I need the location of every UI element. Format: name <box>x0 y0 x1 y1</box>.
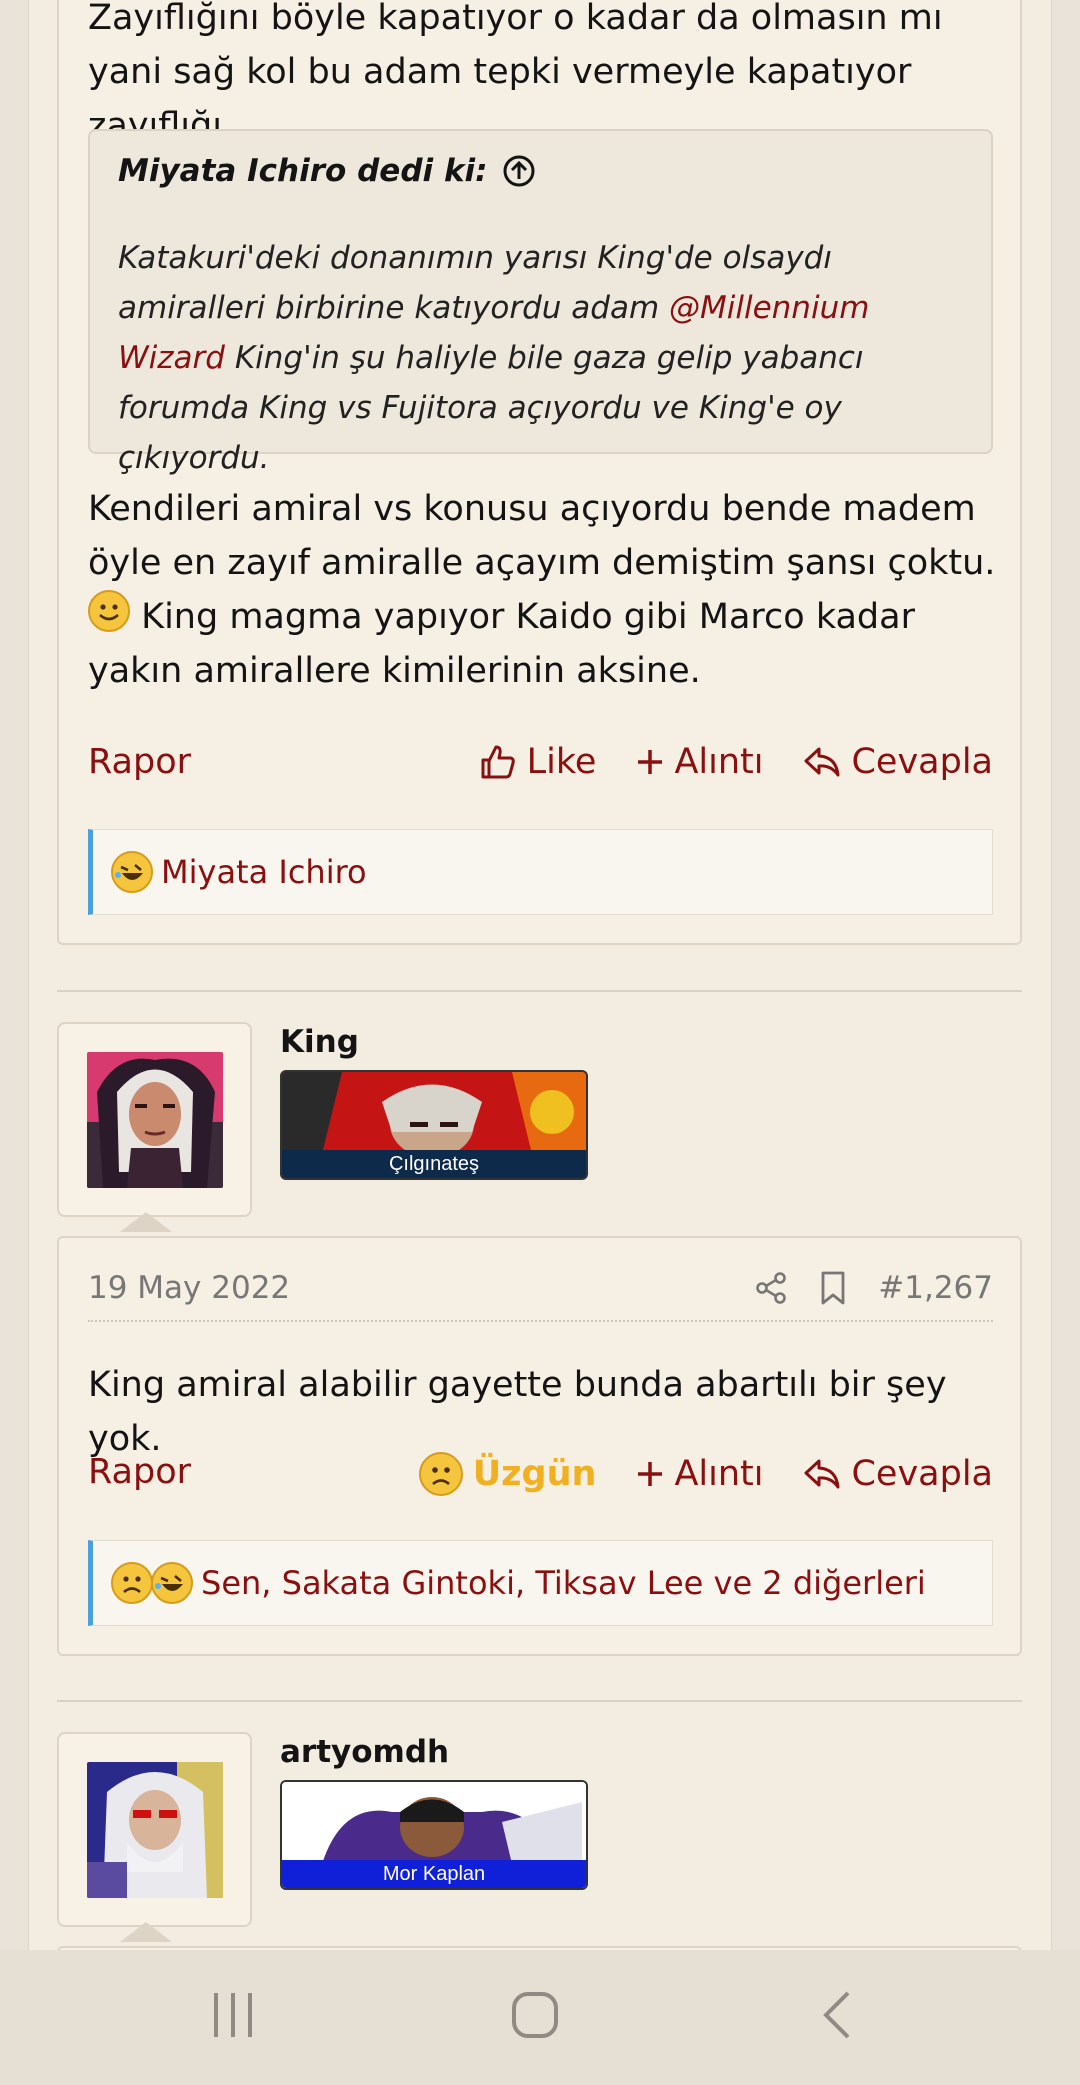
banner-label: Çılgınateş <box>282 1150 586 1178</box>
bookmark-icon[interactable] <box>818 1270 848 1306</box>
post-main-text: Kendileri amiral vs konusu açıyordu bend… <box>88 482 1008 698</box>
home-icon[interactable] <box>510 1990 560 2040</box>
user-avatar-box[interactable] <box>57 1022 252 1217</box>
quote-button[interactable]: Alıntı <box>636 1454 763 1494</box>
back-icon[interactable] <box>814 1990 864 2040</box>
quote-header[interactable]: Miyata Ichiro dedi ki: <box>118 153 536 189</box>
avatar-pointer <box>120 1922 172 1942</box>
report-button[interactable]: Rapor <box>88 1452 191 1492</box>
post-meta: 19 May 2022 #1,267 <box>88 1266 993 1322</box>
recents-icon[interactable] <box>208 1990 258 2040</box>
post-date[interactable]: 19 May 2022 <box>88 1270 290 1306</box>
user-banner: Mor Kaplan <box>280 1780 588 1890</box>
sad-emoji <box>111 1562 153 1604</box>
up-circle-icon[interactable] <box>502 154 536 188</box>
quote-author: Miyata Ichiro dedi ki: <box>118 153 488 189</box>
avatar[interactable] <box>87 1052 223 1188</box>
quote-block: Miyata Ichiro dedi ki: Katakuri'deki don… <box>88 129 993 476</box>
post-main-text-after: King magma yapıyor Kaido gibi Marco kada… <box>88 597 915 691</box>
username[interactable]: artyomdh <box>280 1734 449 1770</box>
smile-emoji <box>88 590 130 632</box>
reactions-bar[interactable]: Miyata Ichiro <box>88 829 993 915</box>
like-icon <box>481 745 515 779</box>
reactions-bar[interactable]: Sen, Sakata Gintoki, Tiksav Lee ve 2 diğ… <box>88 1540 993 1626</box>
avatar-pointer <box>120 1212 172 1232</box>
plus-icon <box>638 1462 663 1486</box>
post-number[interactable]: #1,267 <box>878 1270 993 1306</box>
quote-label: Alıntı <box>674 742 764 782</box>
laugh-emoji <box>111 851 153 893</box>
banner-label: Mor Kaplan <box>282 1860 586 1888</box>
reply-label: Cevapla <box>851 742 993 782</box>
quote-text-after: King'in şu haliyle bile gaza gelip yaban… <box>118 340 864 476</box>
share-icon[interactable] <box>754 1271 788 1305</box>
sad-reaction-label: Üzgün <box>472 1454 597 1494</box>
reply-label: Cevapla <box>851 1454 993 1494</box>
post-text: King amiral alabilir gayette bunda abart… <box>88 1365 947 1459</box>
user-banner: Çılgınateş <box>280 1070 588 1180</box>
post-divider <box>57 1700 1022 1702</box>
sad-emoji <box>418 1452 463 1496</box>
reply-icon <box>804 1459 840 1489</box>
post-divider <box>57 990 1022 992</box>
plus-icon <box>638 750 663 774</box>
reply-button[interactable]: Cevapla <box>803 742 993 782</box>
username[interactable]: King <box>280 1024 359 1060</box>
quote-button[interactable]: Alıntı <box>636 742 763 782</box>
report-button[interactable]: Rapor <box>88 742 191 782</box>
post-main-text-before: Kendileri amiral vs konusu açıyordu bend… <box>88 489 996 583</box>
reactions-users: Miyata Ichiro <box>161 853 367 891</box>
sad-reaction-button[interactable]: Üzgün <box>418 1452 597 1496</box>
quote-text: Katakuri'deki donanımın yarısı King'de o… <box>118 233 978 483</box>
reply-icon <box>804 747 840 777</box>
quote-label: Alıntı <box>674 1454 764 1494</box>
reply-button[interactable]: Cevapla <box>803 1454 993 1494</box>
avatar[interactable] <box>87 1762 223 1898</box>
laugh-emoji <box>151 1562 193 1604</box>
android-nav-bar <box>0 1950 1080 2085</box>
post-actions: Rapor Üzgün Alıntı Cevapla <box>88 1452 993 1502</box>
post-actions: Rapor Like Alıntı Cevapla <box>88 742 993 792</box>
user-avatar-box[interactable] <box>57 1732 252 1927</box>
reactions-users: Sen, Sakata Gintoki, Tiksav Lee ve 2 diğ… <box>201 1564 926 1602</box>
like-label: Like <box>526 742 597 782</box>
like-button[interactable]: Like <box>479 742 597 782</box>
